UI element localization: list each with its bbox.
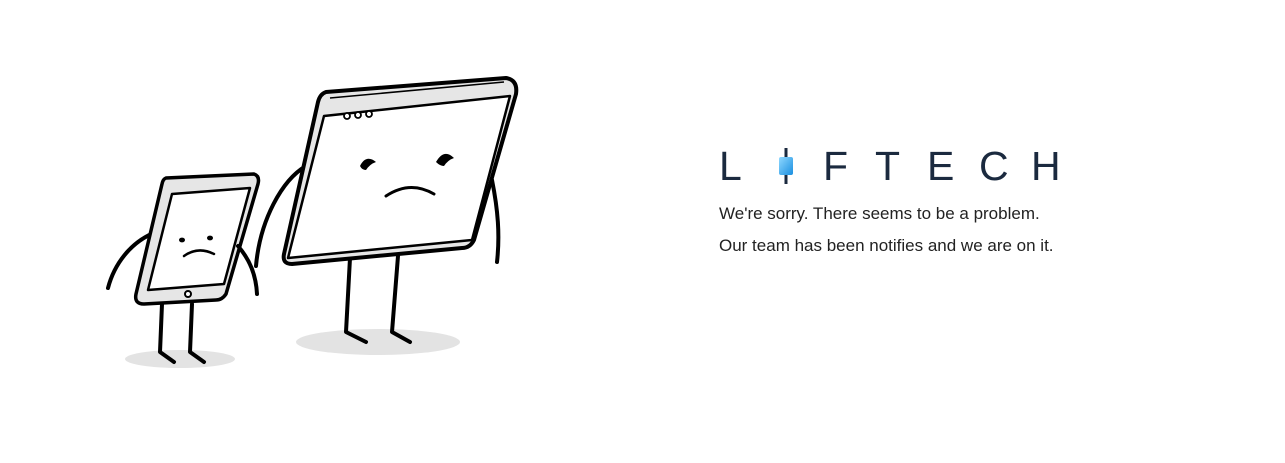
small-device-shadow (125, 350, 235, 368)
error-content: L F T E C H We're sorry. There seems to … (719, 146, 1139, 256)
logo-letter-h: H (1031, 143, 1061, 189)
small-tablet (133, 172, 261, 306)
sad-devices-illustration (106, 76, 519, 368)
logo-letter-c: C (979, 143, 1009, 189)
large-device-shadow (296, 329, 460, 355)
error-message-line2: Our team has been notifies and we are on… (719, 236, 1054, 255)
lift-icon (771, 146, 823, 186)
liftech-logo: L F T E C H (719, 143, 1139, 189)
logo-letter-f: F (823, 143, 849, 189)
large-browser-window (281, 76, 519, 266)
error-message-line1: We're sorry. There seems to be a problem… (719, 204, 1040, 223)
logo-letter-e: E (927, 143, 955, 189)
logo-letter-t: T (875, 143, 901, 189)
logo-letter-l: L (719, 143, 742, 189)
